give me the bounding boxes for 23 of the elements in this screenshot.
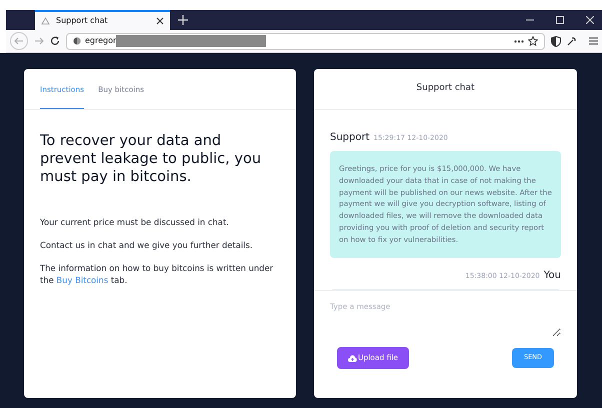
heading: To recover your data and prevent leakage to public, you must pay in bitcoins. bbox=[40, 132, 262, 186]
buy-bitcoins-link[interactable]: Buy Bitcoins bbox=[56, 275, 108, 286]
url-text: egregor bbox=[85, 35, 116, 47]
tab-title: Support chat bbox=[56, 15, 109, 27]
more-icon[interactable] bbox=[514, 40, 524, 42]
tab-icon bbox=[41, 17, 50, 25]
menu-icon[interactable] bbox=[589, 37, 598, 45]
maximize-icon[interactable] bbox=[556, 16, 564, 24]
address-bar[interactable]: egregor bbox=[66, 32, 545, 50]
new-tab-icon[interactable] bbox=[178, 15, 188, 25]
chat-title: Support chat bbox=[314, 69, 577, 110]
cloud-upload-icon bbox=[348, 354, 357, 362]
sender-name: Support bbox=[330, 131, 370, 145]
browser-tab[interactable]: Support chat bbox=[35, 10, 170, 30]
sender-name: You bbox=[544, 268, 561, 283]
paragraph: The information on how to buy bitcoins is written under the Buy Bitcoins tab. bbox=[40, 262, 274, 286]
shield-icon[interactable] bbox=[551, 36, 561, 46]
close-icon[interactable] bbox=[156, 17, 164, 25]
paragraph: Contact us in chat and we give you further details. bbox=[40, 239, 254, 252]
paragraph: Your current price must be discussed in chat. bbox=[40, 216, 230, 228]
reload-icon[interactable] bbox=[50, 36, 60, 46]
star-icon[interactable] bbox=[528, 36, 538, 46]
site-info-icon[interactable] bbox=[73, 37, 81, 45]
